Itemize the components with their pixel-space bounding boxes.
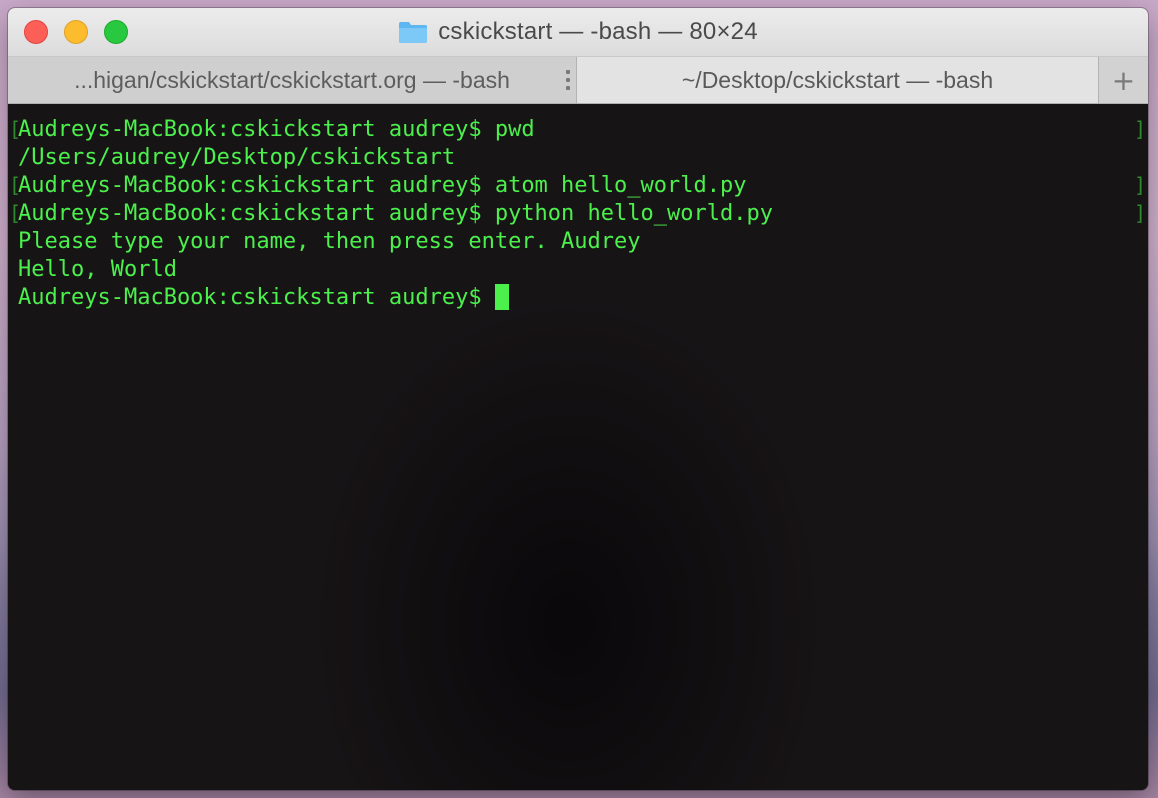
terminal-window: cskickstart — -bash — 80×24 ...higan/csk… (8, 8, 1148, 790)
terminal-prompt-line: Audreys-MacBook:cskickstart audrey$ (18, 284, 773, 312)
tab-bar: ...higan/cskickstart/cskickstart.org — -… (8, 57, 1148, 104)
terminal-line: Audreys-MacBook:cskickstart audrey$ pwd (18, 117, 535, 142)
folder-icon (398, 20, 428, 44)
terminal-line: Hello, World (18, 257, 177, 282)
window-title-group: cskickstart — -bash — 80×24 (8, 8, 1148, 56)
prompt-text: Audreys-MacBook:cskickstart audrey$ (18, 285, 495, 310)
terminal-line: Please type your name, then press enter.… (18, 229, 641, 254)
terminal-line: Audreys-MacBook:cskickstart audrey$ atom… (18, 173, 747, 198)
terminal-output: Audreys-MacBook:cskickstart audrey$ pwd … (18, 116, 773, 312)
tab-desktop-cskickstart[interactable]: ~/Desktop/cskickstart — -bash (577, 57, 1099, 103)
line-marker-right: ] (1133, 117, 1146, 141)
new-tab-button[interactable]: + (1099, 57, 1148, 103)
tab-cskickstart-org[interactable]: ...higan/cskickstart/cskickstart.org — -… (8, 57, 577, 103)
tab-overflow-grip-icon (566, 70, 570, 90)
line-marker-right: ] (1133, 201, 1146, 225)
tab-label: ~/Desktop/cskickstart — -bash (681, 66, 994, 93)
terminal-line: Audreys-MacBook:cskickstart audrey$ pyth… (18, 201, 773, 226)
window-title: cskickstart — -bash — 80×24 (438, 18, 758, 45)
terminal-line: /Users/audrey/Desktop/cskickstart (18, 145, 456, 170)
text-cursor (494, 284, 509, 310)
line-marker-right: ] (1133, 173, 1146, 197)
terminal-content[interactable]: [ ] [ ] [ ] Audreys-MacBook:cskickstart … (8, 104, 1148, 790)
title-bar[interactable]: cskickstart — -bash — 80×24 (8, 8, 1148, 57)
tab-label: ...higan/cskickstart/cskickstart.org — -… (74, 66, 510, 93)
plus-icon: + (1111, 63, 1136, 97)
